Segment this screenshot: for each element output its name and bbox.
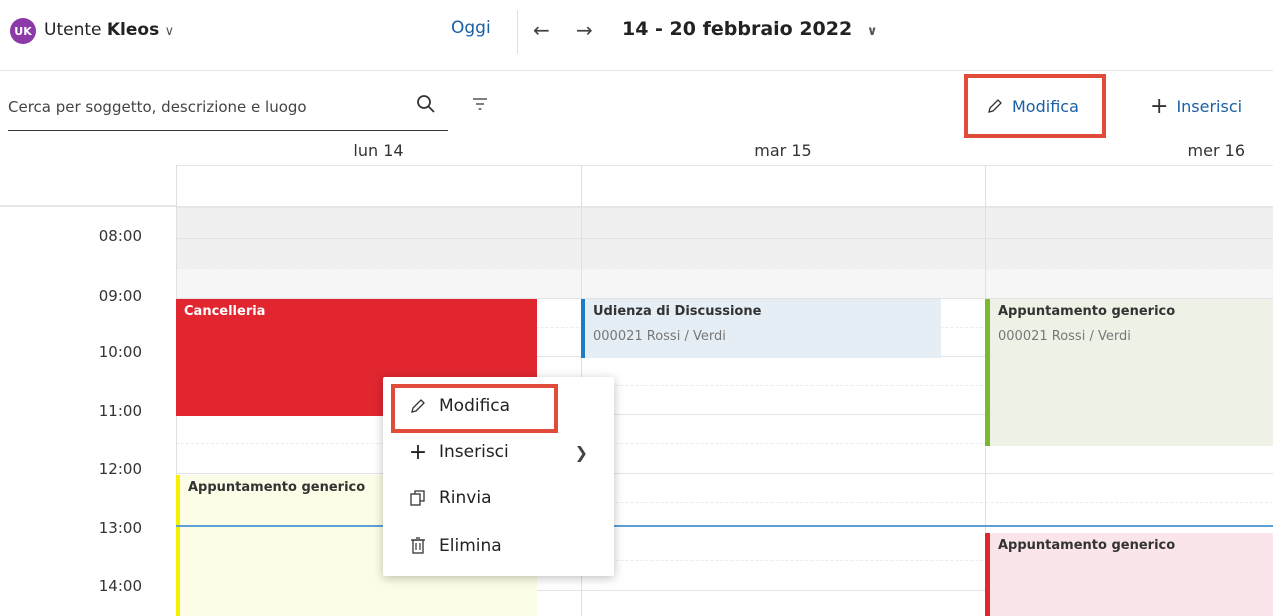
copy-icon (407, 488, 429, 508)
event-udienza[interactable]: Udienza di Discussione 000021 Rossi / Ve… (581, 299, 941, 358)
all-day-divider (0, 205, 176, 207)
edit-button-label: Modifica (1012, 96, 1079, 116)
all-day-row[interactable] (176, 165, 1273, 208)
event-subtitle: 000021 Rossi / Verdi (998, 329, 1131, 344)
plus-icon: + (1150, 93, 1169, 119)
user-name: Kleos (106, 20, 160, 40)
week-range-label: 14 - 20 febbraio 2022 (622, 18, 853, 40)
event-title: Cancelleria (184, 304, 266, 319)
event-title: Appuntamento generico (998, 538, 1176, 553)
time-label: 14:00 (98, 577, 142, 595)
time-label: 09:00 (98, 287, 142, 305)
user-selector[interactable]: Utente Kleos ∨ (44, 20, 174, 40)
highlight-box (391, 384, 558, 433)
menu-item-inserisci[interactable]: + Inserisci ❯ (383, 432, 614, 472)
chevron-down-icon: ∨ (164, 24, 175, 39)
insert-button[interactable]: + Inserisci (1150, 88, 1242, 124)
time-label: 10:00 (98, 343, 142, 361)
header-divider (0, 70, 1273, 71)
insert-button-label: Inserisci (1176, 96, 1243, 116)
time-label: 13:00 (98, 519, 142, 537)
day-header-tue[interactable]: mar 15 (581, 141, 985, 160)
filter-icon[interactable] (470, 94, 490, 114)
user-avatar[interactable]: UK (10, 18, 36, 44)
search-field[interactable] (8, 90, 448, 131)
day-header-mon[interactable]: lun 14 (176, 141, 581, 160)
trash-icon (407, 536, 429, 556)
user-prefix: Utente (44, 20, 102, 40)
grid-line (176, 238, 1273, 239)
week-range-selector[interactable]: 14 - 20 febbraio 2022 ∨ (622, 18, 877, 40)
menu-item-label: Rinvia (439, 488, 492, 508)
event-title: Udienza di Discussione (593, 304, 762, 319)
event-title: Appuntamento generico (998, 304, 1176, 319)
day-header-wed-label: mer 16 (1187, 141, 1245, 160)
time-label: 12:00 (98, 460, 142, 478)
event-appuntamento-mer[interactable]: Appuntamento generico 000021 Rossi / Ver… (985, 299, 1273, 446)
pencil-icon (988, 99, 1002, 113)
event-subtitle: 000021 Rossi / Verdi (593, 329, 726, 344)
offhours-block (176, 268, 1273, 298)
divider (517, 10, 518, 54)
day-header-wed[interactable]: mer 16 (985, 141, 1273, 160)
event-appuntamento-mer-2[interactable]: Appuntamento generico (985, 533, 1273, 616)
next-week-icon[interactable]: → (576, 18, 593, 42)
menu-item-elimina[interactable]: Elimina (383, 526, 614, 566)
chevron-down-icon: ∨ (866, 24, 878, 39)
edit-button[interactable]: Modifica (986, 88, 1079, 124)
menu-item-label: Elimina (439, 536, 502, 556)
current-time-indicator (176, 525, 1273, 527)
plus-icon: + (408, 439, 428, 465)
time-label: 08:00 (98, 227, 142, 245)
menu-item-label: Inserisci (439, 442, 509, 462)
time-label: 11:00 (98, 402, 142, 420)
today-button[interactable]: Oggi (451, 18, 491, 38)
search-input[interactable] (8, 90, 393, 124)
menu-item-rinvia[interactable]: Rinvia (383, 478, 614, 518)
search-icon[interactable] (414, 92, 438, 116)
prev-week-icon[interactable]: ← (533, 18, 550, 42)
grid-line (176, 268, 1273, 269)
grid-line (176, 473, 1273, 474)
chevron-right-icon: ❯ (574, 442, 588, 462)
